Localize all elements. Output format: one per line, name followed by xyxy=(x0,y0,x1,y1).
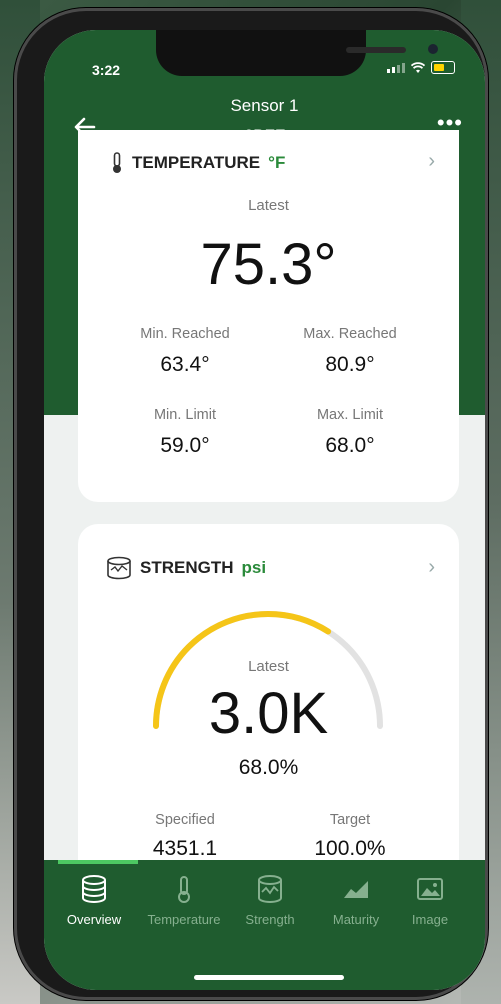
status-time: 3:22 xyxy=(92,62,121,78)
min-reached-label: Min. Reached xyxy=(140,326,230,342)
active-tab-indicator xyxy=(58,860,138,864)
target-value: 100.0% xyxy=(314,837,386,860)
app-screen: 3:22 Sensor 1 6BFF ••• xyxy=(44,30,485,990)
more-options-button[interactable]: ••• xyxy=(437,112,463,134)
speaker xyxy=(346,47,406,53)
sensor-name: Sensor 1 xyxy=(230,96,299,115)
area-chart-icon xyxy=(344,881,368,898)
strength-card-title: STRENGTH psi xyxy=(106,556,266,580)
max-limit-value: 68.0° xyxy=(325,434,375,457)
thermometer-icon xyxy=(178,876,190,903)
strength-chevron-icon[interactable]: › xyxy=(428,556,435,579)
tab-strength-label: Strength xyxy=(245,912,295,927)
thermometer-icon xyxy=(113,152,121,173)
tab-temperature-label: Temperature xyxy=(147,912,221,927)
temperature-latest-value: 75.3° xyxy=(200,232,337,297)
tab-maturity-label: Maturity xyxy=(332,912,380,927)
strength-cylinder-icon xyxy=(107,556,131,580)
temperature-card[interactable]: TEMPERATURE °F › Latest 75.3° Min. Reach… xyxy=(78,130,459,502)
database-icon xyxy=(82,875,106,903)
temperature-unit: °F xyxy=(268,153,286,172)
target-label: Target xyxy=(329,812,371,828)
temperature-title: TEMPERATURE xyxy=(132,153,261,172)
max-reached-value: 80.9° xyxy=(325,353,375,376)
bottom-tab-bar: Overview Temperature Strength Maturity I… xyxy=(44,860,485,990)
battery-icon xyxy=(431,61,455,74)
tab-strength[interactable]: Strength xyxy=(227,874,313,927)
status-icons xyxy=(387,61,455,74)
temperature-card-title: TEMPERATURE °F xyxy=(110,152,285,174)
strength-latest-label: Latest xyxy=(248,658,289,675)
home-indicator[interactable] xyxy=(194,975,344,980)
tab-image[interactable]: Image xyxy=(387,874,473,927)
temperature-chevron-icon[interactable]: › xyxy=(428,150,435,173)
specified-value: 4351.1 xyxy=(152,837,218,860)
min-limit-value: 59.0° xyxy=(160,434,210,457)
min-reached-value: 63.4° xyxy=(160,353,210,376)
strength-unit: psi xyxy=(241,558,267,577)
wifi-icon xyxy=(411,61,425,73)
front-camera xyxy=(428,44,438,54)
max-reached-label: Max. Reached xyxy=(303,326,397,342)
tab-overview-label: Overview xyxy=(66,912,122,927)
phone-frame: 3:22 Sensor 1 6BFF ••• xyxy=(14,8,488,1000)
strength-title: STRENGTH xyxy=(140,558,234,577)
tab-image-label: Image xyxy=(411,912,449,927)
strength-card[interactable]: STRENGTH psi › Latest 3.0K 68.0% Specifi… xyxy=(78,524,459,884)
notch xyxy=(156,30,438,76)
strength-percent: 68.0% xyxy=(238,756,299,779)
max-limit-label: Max. Limit xyxy=(316,407,384,423)
strength-cylinder-icon xyxy=(258,875,282,903)
tab-temperature[interactable]: Temperature xyxy=(141,874,227,927)
temperature-latest-label: Latest xyxy=(248,197,289,214)
image-icon xyxy=(417,878,443,900)
specified-label: Specified xyxy=(155,812,215,828)
strength-latest-value: 3.0K xyxy=(208,681,329,746)
tab-overview[interactable]: Overview xyxy=(51,874,137,927)
min-limit-label: Min. Limit xyxy=(153,407,217,423)
cellular-signal-icon xyxy=(387,62,405,73)
